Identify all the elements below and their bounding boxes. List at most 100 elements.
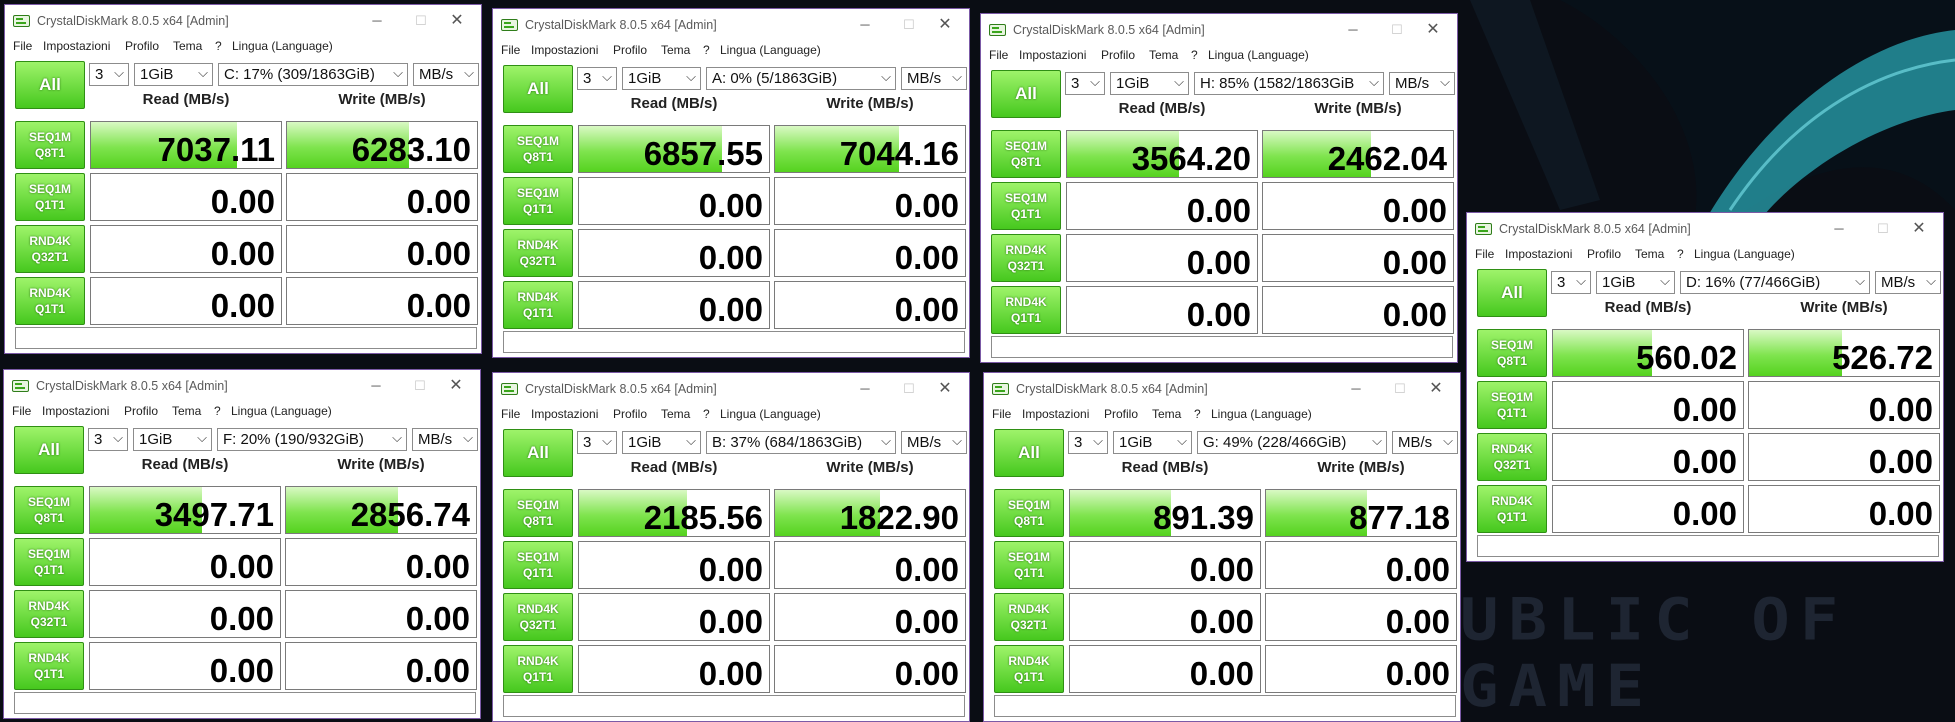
menu-item[interactable]: ? xyxy=(215,39,222,53)
test-button[interactable]: SEQ1M Q8T1 xyxy=(14,486,84,534)
menu-item[interactable]: Tema xyxy=(1149,48,1178,62)
minimize-button[interactable]: ─ xyxy=(843,12,887,38)
test-button[interactable]: RND4K Q32T1 xyxy=(994,593,1064,641)
run-all-button[interactable]: All xyxy=(15,61,85,109)
menu-item[interactable]: Tema xyxy=(661,407,690,421)
menu-item[interactable]: Tema xyxy=(1152,407,1181,421)
menu-item[interactable]: File xyxy=(989,48,1008,62)
menu-item[interactable]: File xyxy=(13,39,32,53)
menu-item[interactable]: ? xyxy=(703,407,710,421)
drive-select[interactable]: F: 20% (190/932GiB) ⌵ xyxy=(217,428,407,451)
menu-item[interactable]: Impostazioni xyxy=(531,407,598,421)
close-button[interactable]: ✕ xyxy=(1897,216,1941,242)
test-count-select[interactable]: 3 ⌵ xyxy=(89,63,129,86)
menu-item[interactable]: File xyxy=(12,404,31,418)
unit-select[interactable]: MB/s ⌵ xyxy=(1389,72,1455,95)
test-button[interactable]: RND4K Q1T1 xyxy=(1477,485,1547,533)
menu-item[interactable]: ? xyxy=(1677,247,1684,261)
run-all-button[interactable]: All xyxy=(991,70,1061,118)
test-size-select[interactable]: 1GiB ⌵ xyxy=(622,431,701,454)
test-button[interactable]: SEQ1M Q1T1 xyxy=(991,182,1061,230)
test-size-select[interactable]: 1GiB ⌵ xyxy=(1596,271,1675,294)
menu-item[interactable]: Lingua (Language) xyxy=(1208,48,1309,62)
test-size-select[interactable]: 1GiB ⌵ xyxy=(1113,431,1192,454)
unit-select[interactable]: MB/s ⌵ xyxy=(901,431,967,454)
menu-item[interactable]: ? xyxy=(214,404,221,418)
close-button[interactable]: ✕ xyxy=(1414,376,1458,402)
menu-item[interactable]: Profilo xyxy=(125,39,159,53)
test-button[interactable]: RND4K Q32T1 xyxy=(503,593,573,641)
test-button[interactable]: SEQ1M Q8T1 xyxy=(15,121,85,169)
drive-select[interactable]: H: 85% (1582/1863GiB ⌵ xyxy=(1194,72,1384,95)
menu-item[interactable]: Tema xyxy=(1635,247,1664,261)
title-bar[interactable]: CrystalDiskMark 8.0.5 x64 [Admin] ─ ☐ ✕ xyxy=(5,5,481,37)
menu-item[interactable]: Impostazioni xyxy=(1019,48,1086,62)
test-button[interactable]: RND4K Q32T1 xyxy=(503,229,573,277)
close-button[interactable]: ✕ xyxy=(435,8,479,34)
test-button[interactable]: RND4K Q1T1 xyxy=(503,645,573,693)
test-count-select[interactable]: 3 ⌵ xyxy=(1551,271,1591,294)
test-button[interactable]: SEQ1M Q1T1 xyxy=(15,173,85,221)
test-button[interactable]: SEQ1M Q1T1 xyxy=(503,541,573,589)
menu-item[interactable]: Profilo xyxy=(1101,48,1135,62)
menu-item[interactable]: File xyxy=(501,407,520,421)
menu-item[interactable]: Lingua (Language) xyxy=(720,43,821,57)
test-count-select[interactable]: 3 ⌵ xyxy=(577,67,617,90)
title-bar[interactable]: CrystalDiskMark 8.0.5 x64 [Admin] ─ ☐ ✕ xyxy=(493,9,969,41)
test-button[interactable]: SEQ1M Q8T1 xyxy=(991,130,1061,178)
drive-select[interactable]: G: 49% (228/466GiB) ⌵ xyxy=(1197,431,1387,454)
test-count-select[interactable]: 3 ⌵ xyxy=(577,431,617,454)
unit-select[interactable]: MB/s ⌵ xyxy=(1875,271,1941,294)
test-button[interactable]: RND4K Q1T1 xyxy=(14,642,84,690)
menu-item[interactable]: Profilo xyxy=(1587,247,1621,261)
comment-input[interactable] xyxy=(14,692,476,714)
menu-item[interactable]: ? xyxy=(1194,407,1201,421)
test-button[interactable]: RND4K Q1T1 xyxy=(503,281,573,329)
menu-item[interactable]: File xyxy=(992,407,1011,421)
unit-select[interactable]: MB/s ⌵ xyxy=(1392,431,1458,454)
drive-select[interactable]: B: 37% (684/1863GiB) ⌵ xyxy=(706,431,896,454)
test-button[interactable]: RND4K Q32T1 xyxy=(991,234,1061,282)
minimize-button[interactable]: ─ xyxy=(354,373,398,399)
comment-input[interactable] xyxy=(503,331,965,353)
menu-item[interactable]: Lingua (Language) xyxy=(1694,247,1795,261)
test-count-select[interactable]: 3 ⌵ xyxy=(1068,431,1108,454)
title-bar[interactable]: CrystalDiskMark 8.0.5 x64 [Admin] ─ ☐ ✕ xyxy=(4,370,480,402)
run-all-button[interactable]: All xyxy=(503,65,573,113)
test-button[interactable]: RND4K Q32T1 xyxy=(1477,433,1547,481)
test-count-select[interactable]: 3 ⌵ xyxy=(1065,72,1105,95)
minimize-button[interactable]: ─ xyxy=(355,8,399,34)
minimize-button[interactable]: ─ xyxy=(1817,216,1861,242)
comment-input[interactable] xyxy=(991,336,1453,358)
title-bar[interactable]: CrystalDiskMark 8.0.5 x64 [Admin] ─ ☐ ✕ xyxy=(493,373,969,405)
test-button[interactable]: SEQ1M Q1T1 xyxy=(994,541,1064,589)
menu-item[interactable]: Profilo xyxy=(613,407,647,421)
test-button[interactable]: RND4K Q32T1 xyxy=(15,225,85,273)
test-button[interactable]: SEQ1M Q8T1 xyxy=(503,125,573,173)
menu-item[interactable]: File xyxy=(1475,247,1494,261)
test-button[interactable]: SEQ1M Q1T1 xyxy=(1477,381,1547,429)
menu-item[interactable]: Impostazioni xyxy=(43,39,110,53)
minimize-button[interactable]: ─ xyxy=(1334,376,1378,402)
menu-item[interactable]: Profilo xyxy=(613,43,647,57)
test-button[interactable]: SEQ1M Q8T1 xyxy=(503,489,573,537)
minimize-button[interactable]: ─ xyxy=(1331,17,1375,43)
test-button[interactable]: RND4K Q1T1 xyxy=(991,286,1061,334)
test-button[interactable]: RND4K Q1T1 xyxy=(994,645,1064,693)
drive-select[interactable]: C: 17% (309/1863GiB) ⌵ xyxy=(218,63,408,86)
run-all-button[interactable]: All xyxy=(994,429,1064,477)
unit-select[interactable]: MB/s ⌵ xyxy=(412,428,478,451)
menu-item[interactable]: File xyxy=(501,43,520,57)
test-button[interactable]: RND4K Q1T1 xyxy=(15,277,85,325)
run-all-button[interactable]: All xyxy=(503,429,573,477)
menu-item[interactable]: Profilo xyxy=(124,404,158,418)
menu-item[interactable]: Tema xyxy=(661,43,690,57)
menu-item[interactable]: Impostazioni xyxy=(1022,407,1089,421)
unit-select[interactable]: MB/s ⌵ xyxy=(901,67,967,90)
test-count-select[interactable]: 3 ⌵ xyxy=(88,428,128,451)
drive-select[interactable]: A: 0% (5/1863GiB) ⌵ xyxy=(706,67,896,90)
menu-item[interactable]: ? xyxy=(703,43,710,57)
test-button[interactable]: SEQ1M Q1T1 xyxy=(14,538,84,586)
test-size-select[interactable]: 1GiB ⌵ xyxy=(622,67,701,90)
drive-select[interactable]: D: 16% (77/466GiB) ⌵ xyxy=(1680,271,1870,294)
